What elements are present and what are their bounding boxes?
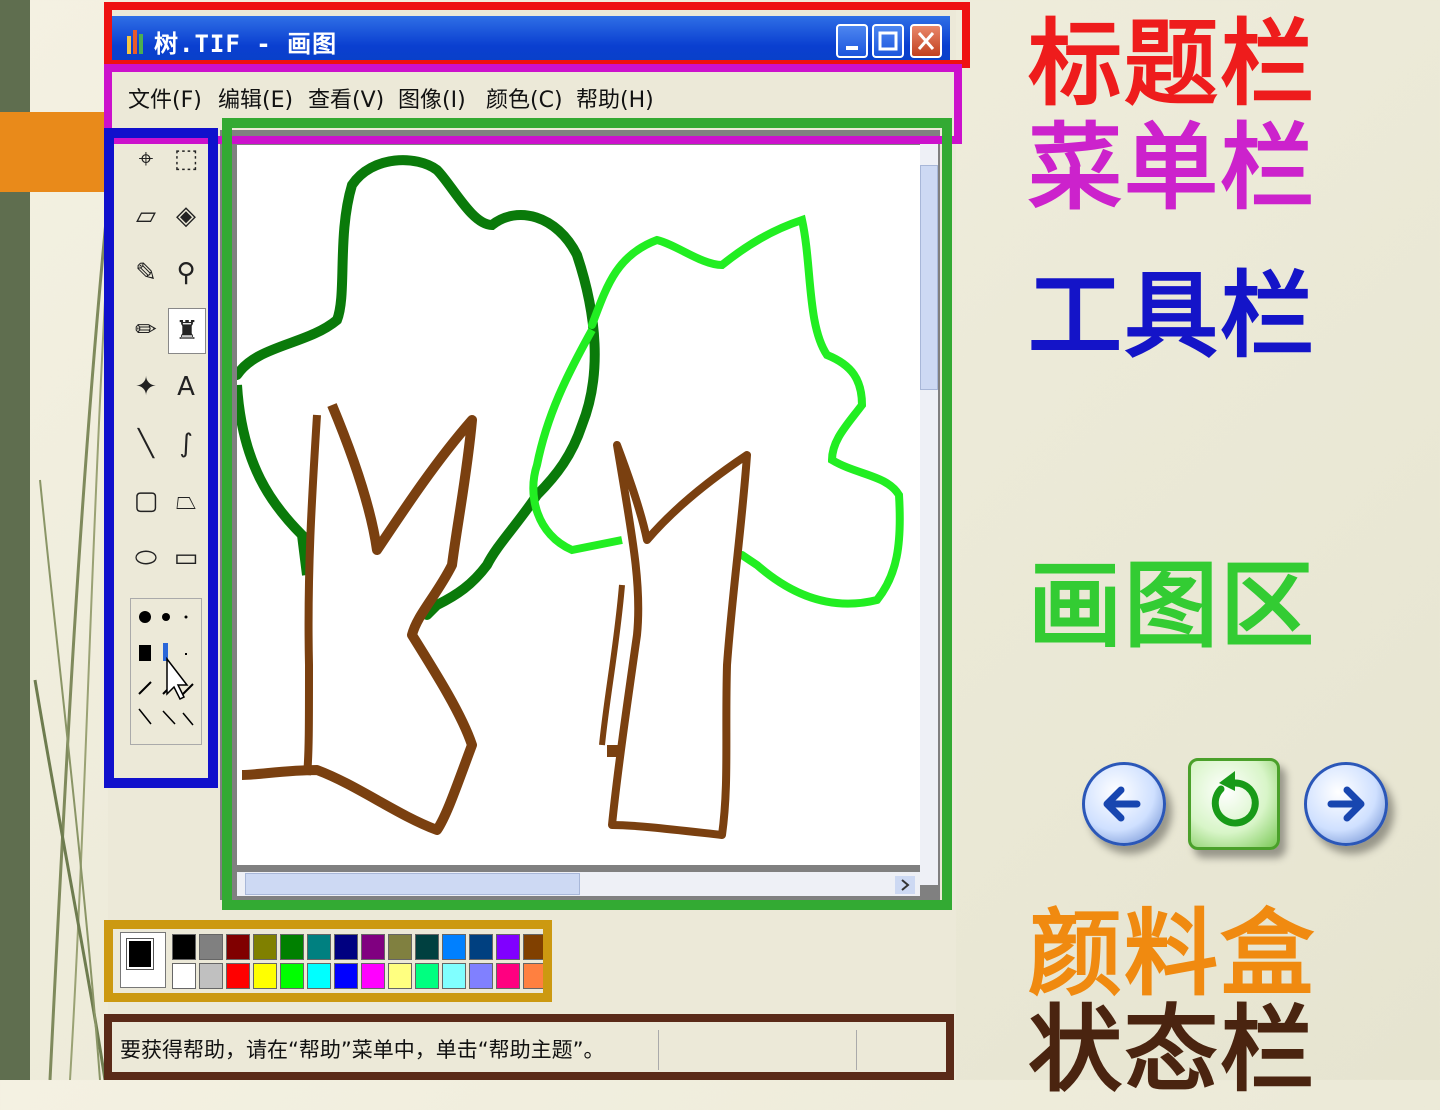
next-button[interactable] [1304,762,1388,846]
label-canvas: 画图区 [1028,552,1317,661]
label-status-bar: 状态栏 [1028,996,1317,1105]
canvas-highlight [222,118,952,910]
status-bar-highlight [104,1014,954,1080]
label-menu-bar: 菜单栏 [1028,114,1317,223]
arrow-right-icon [1327,786,1365,822]
previous-button[interactable] [1082,762,1166,846]
palette-highlight [104,920,552,1002]
toolbar-highlight [104,128,218,788]
title-bar-highlight [104,2,970,68]
return-icon [1211,771,1259,827]
label-toolbar: 工具栏 [1028,262,1317,371]
arrow-left-icon [1103,786,1141,822]
return-button[interactable] [1188,758,1280,850]
